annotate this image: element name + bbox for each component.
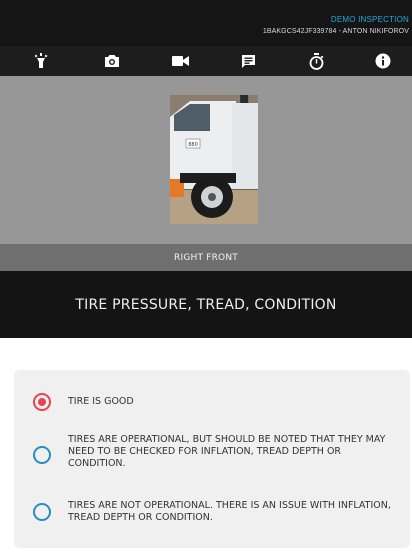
option-label: TIRE IS GOOD — [68, 396, 134, 407]
note-icon[interactable] — [233, 46, 263, 76]
vehicle-info-text: 1BAKGCS42JF339784 - ANTON NIKIFOROV — [262, 28, 409, 35]
radio-button[interactable] — [33, 503, 51, 521]
demo-inspection-label: DEMO INSPECTION — [330, 15, 409, 24]
photo-caption: RIGHT FRONT — [174, 252, 238, 263]
option-tire-good[interactable]: TIRE IS GOOD — [14, 392, 410, 412]
toolbar — [0, 46, 412, 76]
photo-caption-bar: RIGHT FRONT — [0, 244, 412, 271]
options-card: TIRE IS GOOD TIRES ARE OPERATIONAL, BUT … — [14, 370, 410, 548]
vehicle-number-label: 880 — [188, 142, 198, 148]
option-tires-not-operational[interactable]: TIRES ARE NOT OPERATIONAL. THERE IS AN I… — [14, 498, 410, 526]
option-tires-noted[interactable]: TIRES ARE OPERATIONAL, BUT SHOULD BE NOT… — [14, 432, 410, 472]
option-label: TIRES ARE OPERATIONAL, BUT SHOULD BE NOT… — [68, 434, 386, 469]
option-label: TIRES ARE NOT OPERATIONAL. THERE IS AN I… — [68, 500, 391, 523]
info-icon[interactable] — [368, 46, 398, 76]
flashlight-icon[interactable] — [26, 46, 56, 76]
tire-photo[interactable]: 880 — [170, 95, 258, 224]
inspection-title-bar: TIRE PRESSURE, TREAD, CONDITION — [0, 271, 412, 338]
photo-area: 880 — [0, 76, 412, 244]
radio-button-selected[interactable] — [33, 393, 51, 411]
camera-icon[interactable] — [97, 46, 127, 76]
stopwatch-icon[interactable] — [301, 46, 331, 76]
video-icon[interactable] — [165, 46, 195, 76]
radio-button[interactable] — [33, 446, 51, 464]
top-header: DEMO INSPECTION 1BAKGCS42JF339784 - ANTO… — [0, 0, 412, 46]
inspection-item-title: TIRE PRESSURE, TREAD, CONDITION — [75, 296, 337, 313]
